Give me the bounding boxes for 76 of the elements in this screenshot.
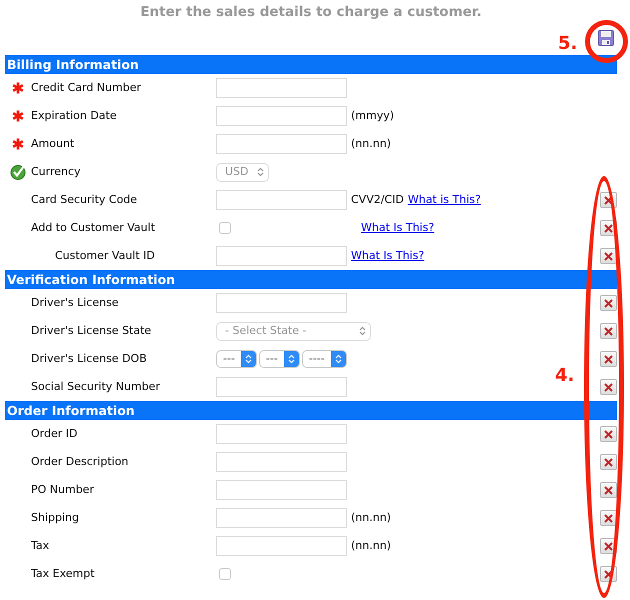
field-label: Amount	[31, 136, 76, 152]
page-heading: Enter the sales details to charge a customer.	[139, 3, 483, 22]
field-hint: CVV2/CID	[351, 192, 404, 208]
close-icon	[604, 298, 613, 308]
remove-button[interactable]	[600, 379, 617, 395]
close-icon	[604, 326, 613, 336]
checkbox[interactable]	[219, 568, 231, 580]
field-label: Driver's License State	[31, 322, 152, 339]
field-label: Order Description	[31, 454, 130, 470]
close-icon	[604, 430, 613, 438]
field-label: Expiration Date	[31, 108, 118, 124]
field-label: Driver's License DOB	[31, 350, 148, 367]
field-label: Order ID	[31, 426, 78, 442]
remove-button[interactable]	[600, 454, 617, 470]
text-field[interactable]	[216, 106, 347, 126]
text-field[interactable]	[216, 78, 347, 98]
help-link[interactable]: What Is This?	[351, 248, 424, 264]
date-select[interactable]: ----	[302, 350, 347, 368]
field-label: Credit Card Number	[31, 80, 142, 96]
field-label: PO Number	[31, 482, 95, 498]
caret-icon	[244, 354, 252, 364]
remove-button[interactable]	[600, 351, 617, 367]
text-field[interactable]	[216, 377, 347, 397]
text-field[interactable]	[216, 508, 347, 528]
field-label: Customer Vault ID	[54, 248, 156, 264]
remove-button[interactable]	[600, 248, 617, 264]
close-icon	[604, 458, 613, 466]
text-field[interactable]	[216, 134, 347, 154]
close-icon	[604, 252, 613, 260]
field-hint: (mmyy)	[351, 108, 394, 124]
field-label: Shipping	[31, 510, 80, 526]
text-field[interactable]	[216, 293, 347, 313]
remove-button[interactable]	[600, 426, 617, 442]
field-label: Social Security Number	[31, 378, 161, 395]
date-select[interactable]: ---	[258, 350, 300, 368]
remove-button[interactable]	[600, 295, 617, 311]
close-icon	[604, 514, 613, 522]
step-number: 5.	[558, 32, 578, 56]
section-header: Verification Information	[5, 270, 617, 289]
field-label: Tax	[31, 538, 50, 554]
section-header: Order Information	[5, 401, 617, 420]
field-label: Tax Exempt	[31, 566, 96, 582]
close-icon	[604, 196, 613, 204]
text-field[interactable]	[216, 424, 347, 444]
field-label: Add to Customer Vault	[31, 220, 156, 236]
close-icon	[604, 382, 613, 392]
field-hint: (nn.nn)	[351, 510, 391, 526]
step-number: 4.	[555, 364, 574, 388]
close-icon	[604, 224, 613, 232]
caret-icon	[256, 166, 264, 177]
remove-button[interactable]	[600, 482, 617, 498]
close-icon	[604, 542, 613, 550]
remove-button[interactable]	[600, 510, 617, 526]
close-icon	[604, 486, 613, 494]
help-link[interactable]: What Is This?	[361, 220, 434, 236]
caret-icon	[288, 354, 295, 364]
field-label: Currency	[31, 164, 82, 180]
field-label: Card Security Code	[31, 192, 138, 208]
text-field[interactable]	[216, 246, 347, 266]
field-hint: (nn.nn)	[351, 136, 391, 152]
field-label: Driver's License	[31, 294, 120, 311]
caret-icon	[359, 326, 366, 336]
text-field[interactable]	[216, 536, 347, 556]
close-icon	[604, 354, 613, 364]
help-link[interactable]: What is This?	[408, 192, 481, 208]
checkbox[interactable]	[219, 222, 231, 234]
date-select[interactable]: ---	[216, 350, 257, 368]
text-field[interactable]	[216, 480, 347, 500]
close-icon	[604, 570, 613, 578]
section-header: Billing Information	[5, 55, 617, 74]
highlight-circle	[585, 20, 628, 63]
field-hint: (nn.nn)	[351, 538, 391, 554]
caret-icon	[334, 354, 342, 364]
save-icon[interactable]	[598, 30, 614, 46]
text-field[interactable]	[216, 452, 347, 472]
text-field[interactable]	[216, 190, 347, 210]
